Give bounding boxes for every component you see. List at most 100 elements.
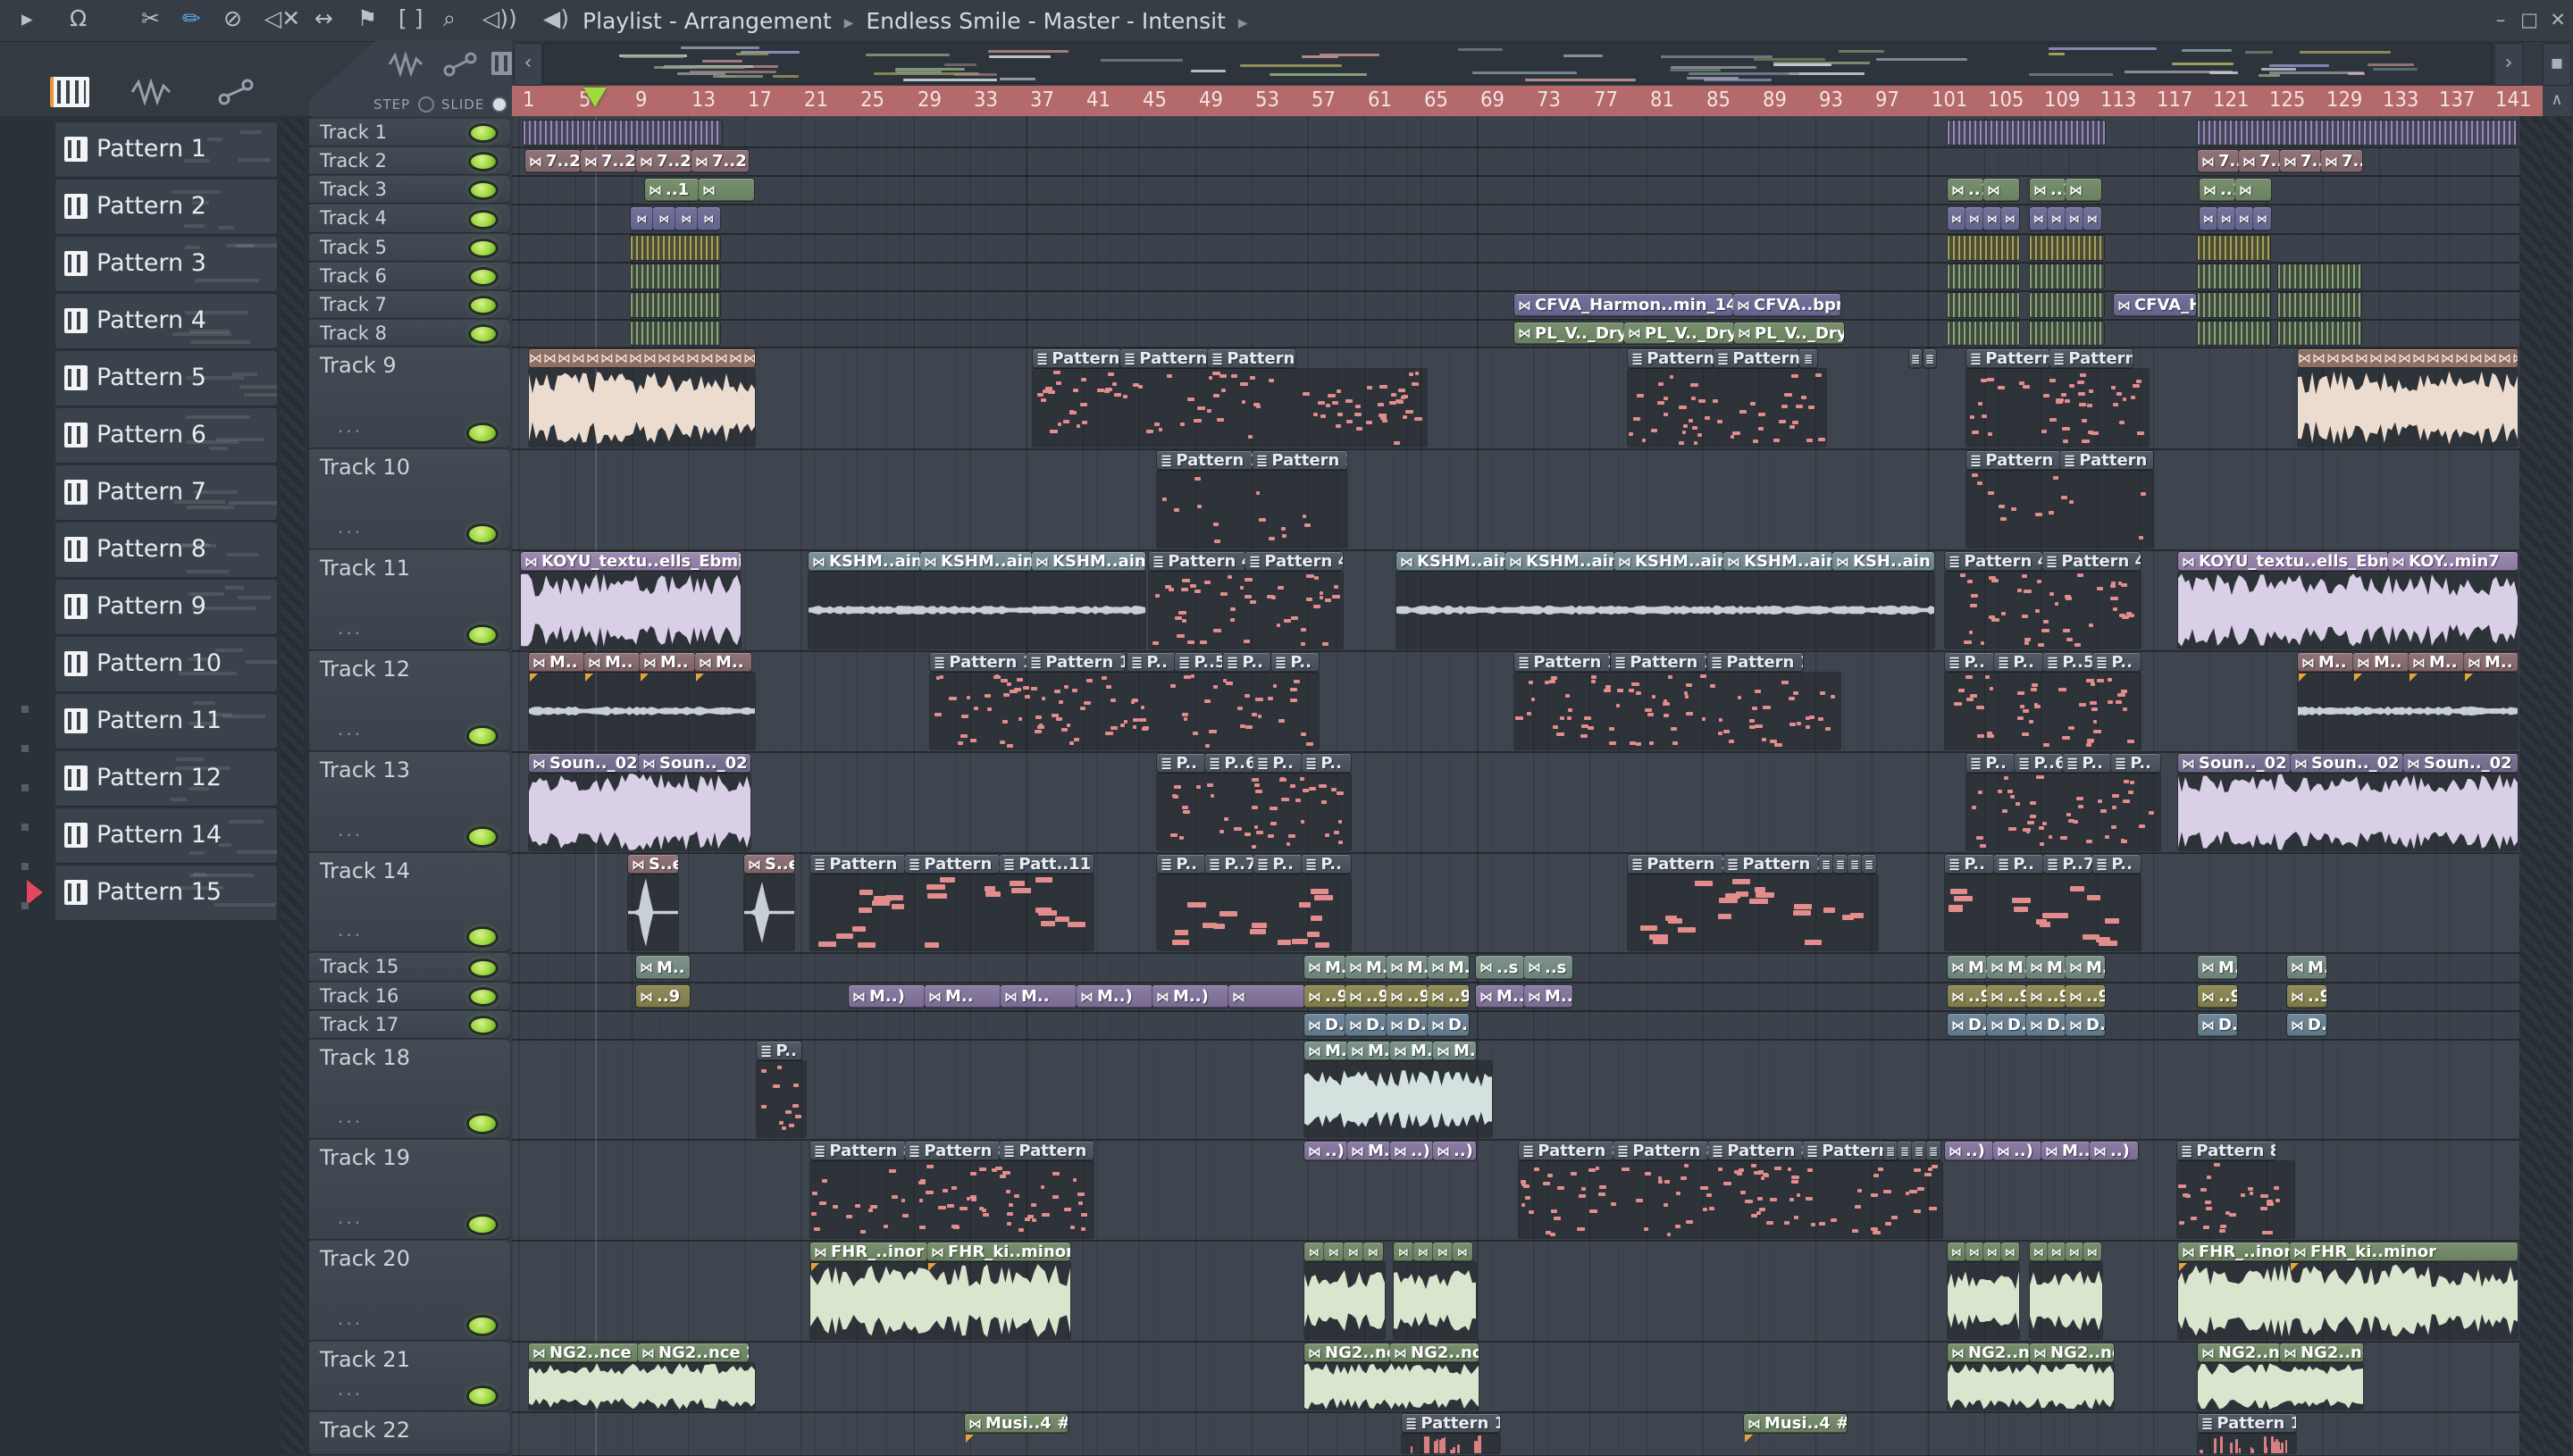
track-mute-led[interactable] xyxy=(468,180,499,200)
clip-waveform-body[interactable] xyxy=(1304,1061,1492,1137)
track-header[interactable]: Track 11 ··· xyxy=(309,550,510,649)
track-header[interactable]: Track 12 ··· xyxy=(309,651,510,750)
audio-clip[interactable]: ⋈M.. xyxy=(2287,956,2326,979)
pattern-clip[interactable]: ≣ xyxy=(1799,349,1817,368)
audio-clip[interactable]: ⋈NG2..nce 2 xyxy=(2280,1343,2363,1362)
audio-clip[interactable]: ⋈M.. xyxy=(2026,956,2066,979)
clip-stripe[interactable] xyxy=(1948,236,2019,260)
pattern-item[interactable]: Pattern 4 xyxy=(55,294,277,348)
clip-stripe[interactable] xyxy=(631,236,720,260)
pattern-clip[interactable]: ≣ P.. xyxy=(2063,754,2111,773)
track-mute-led[interactable] xyxy=(466,1315,499,1336)
audio-clip[interactable]: ⋈ xyxy=(2235,179,2271,201)
pattern-clip[interactable]: ≣ xyxy=(1926,1142,1940,1160)
clip-notes-body[interactable] xyxy=(1149,572,1343,649)
audio-clip[interactable]: ⋈M..) xyxy=(1152,985,1228,1008)
audio-clip[interactable]: ⋈ ..9 xyxy=(1345,985,1387,1008)
audio-clip[interactable]: ⋈ ..9 xyxy=(2066,985,2105,1008)
audio-clip[interactable]: ⋈ KSHM..ain xyxy=(1505,552,1614,571)
clip-waveform-body[interactable] xyxy=(1304,1363,1479,1410)
track-mute-led[interactable] xyxy=(466,1385,499,1407)
audio-clip[interactable]: ⋈ xyxy=(1324,1243,1344,1261)
audio-clip[interactable]: ⋈ ..9 xyxy=(2198,985,2237,1008)
track-header[interactable]: Track 21 ··· xyxy=(309,1342,510,1410)
audio-clip[interactable]: ⋈7..2 xyxy=(2198,150,2239,172)
pattern-clip[interactable]: ≣ Pattern 4 xyxy=(1149,552,1245,571)
pattern-clip[interactable]: ≣ P.. xyxy=(1302,754,1351,773)
clip-notes-body[interactable] xyxy=(1945,673,2141,749)
audio-clip[interactable]: ⋈NG2..nce 2 xyxy=(529,1343,638,1362)
clip-notes-body[interactable] xyxy=(2198,1434,2296,1453)
track-mute-led[interactable] xyxy=(468,323,499,344)
audio-clip[interactable]: ⋈ PL_V.._Dry xyxy=(1624,322,1734,344)
pattern-item[interactable]: Pattern 15 xyxy=(55,866,277,920)
audio-clip[interactable]: ⋈M.. xyxy=(1345,956,1387,979)
clip-stripe[interactable] xyxy=(2198,236,2270,260)
clip-stripe[interactable] xyxy=(2030,236,2104,260)
pattern-clip[interactable]: ≣Pattern 14 xyxy=(1157,451,1253,470)
clip-waveform-body[interactable] xyxy=(628,874,678,950)
clip-waveform-body[interactable] xyxy=(529,774,750,850)
audio-clip[interactable]: ⋈ xyxy=(699,179,754,201)
track-header[interactable]: Track 6 xyxy=(309,263,510,289)
track-mute-led[interactable] xyxy=(466,926,499,948)
clip-waveform-body[interactable] xyxy=(1948,1363,2114,1410)
pattern-clip[interactable]: ≣ P..6 xyxy=(2015,754,2063,773)
clip-waveform-body[interactable] xyxy=(529,1363,755,1410)
scroll-corner-button[interactable]: ▪ xyxy=(2543,43,2571,86)
track-mute-led[interactable] xyxy=(466,624,499,646)
audio-clip[interactable]: ⋈D.. xyxy=(1345,1014,1387,1036)
audio-clip[interactable]: ⋈ KSHM..ain xyxy=(809,552,920,571)
audio-clip[interactable]: ⋈ FHR_ki..minor xyxy=(927,1243,1070,1261)
audio-clip[interactable]: ⋈ xyxy=(1983,179,2019,201)
pattern-clip[interactable]: ≣ P.. xyxy=(1271,653,1319,672)
clip-notes-body[interactable] xyxy=(810,874,1094,950)
pattern-clip[interactable]: ≣Pattern 8 xyxy=(2177,1142,2275,1160)
audio-clip[interactable]: ⋈7..2 xyxy=(581,150,636,172)
audio-clip[interactable]: ⋈M..) xyxy=(1077,985,1152,1008)
pattern-clip[interactable]: ≣ P.. xyxy=(1157,754,1205,773)
clip-notes-body[interactable] xyxy=(1033,369,1427,447)
track-mute-led[interactable] xyxy=(466,423,499,444)
audio-clip[interactable]: ⋈M.. xyxy=(1476,985,1524,1008)
track-mute-led[interactable] xyxy=(468,296,499,315)
audio-clip[interactable]: ⋈M.. xyxy=(1433,1042,1476,1060)
clip-notes-body[interactable] xyxy=(1966,471,2153,548)
pattern-clip[interactable]: ≣ P.. xyxy=(2111,754,2160,773)
audio-clip[interactable]: ⋈ xyxy=(1363,1243,1383,1261)
clip-stripe[interactable] xyxy=(2030,293,2104,317)
track-options-dots[interactable]: ··· xyxy=(338,724,363,745)
audio-clip[interactable]: ⋈M.. xyxy=(1387,956,1428,979)
track-header[interactable]: Track 18 ··· xyxy=(309,1040,510,1138)
audio-clip[interactable]: ⋈D.. xyxy=(1304,1014,1345,1036)
pattern-clip[interactable]: ≣Pattern 11 xyxy=(905,855,1000,874)
audio-clip[interactable]: ⋈ xyxy=(2001,1243,2019,1261)
clip-notes-body[interactable] xyxy=(1157,471,1347,548)
audio-clip[interactable]: ⋈M.. xyxy=(584,653,640,672)
audio-clip[interactable]: ⋈ xyxy=(2217,207,2235,230)
clip-stripe[interactable] xyxy=(2030,322,2104,345)
audio-clip[interactable]: ⋈7..2 xyxy=(691,150,749,172)
audio-clip[interactable]: ⋈..1 xyxy=(2030,179,2066,201)
audio-clip[interactable]: ⋈ xyxy=(1965,207,1983,230)
clip-chevron-strip[interactable]: ⋈⋈⋈⋈⋈⋈⋈⋈⋈⋈⋈⋈⋈⋈⋈⋈⋈⋈ xyxy=(2298,349,2518,367)
pattern-item[interactable]: Pattern 5 xyxy=(55,351,277,406)
pattern-clip[interactable]: ≣Pattern 8 xyxy=(1519,1142,1613,1160)
audio-clip[interactable]: ⋈ xyxy=(2253,207,2271,230)
audio-clip[interactable]: ⋈ ..9 xyxy=(2287,985,2326,1008)
pattern-clip[interactable]: ≣Pattern 14 xyxy=(2060,451,2153,470)
pattern-clip[interactable]: ≣ P..5 xyxy=(2043,653,2092,672)
pattern-item[interactable]: Pattern 1 xyxy=(55,122,277,177)
pattern-clip[interactable]: ≣ P.. xyxy=(2092,855,2141,874)
track-header[interactable]: Track 1 xyxy=(309,119,510,146)
clip-notes-body[interactable] xyxy=(930,673,1319,749)
audio-clip[interactable]: ⋈D.. xyxy=(1948,1014,1987,1036)
audio-clip[interactable]: ⋈M.. xyxy=(1001,985,1077,1008)
step-toggle[interactable] xyxy=(418,96,434,113)
audio-clip[interactable]: ⋈ FHR_..inor xyxy=(810,1243,927,1261)
clip-waveform-body[interactable] xyxy=(2178,1262,2518,1339)
audio-clip[interactable]: ⋈ ..9 xyxy=(1987,985,2026,1008)
maximize-button[interactable]: □ xyxy=(2518,7,2541,32)
audio-clip[interactable]: ⋈D.. xyxy=(1428,1014,1469,1036)
clip-waveform-body[interactable] xyxy=(2298,673,2518,749)
